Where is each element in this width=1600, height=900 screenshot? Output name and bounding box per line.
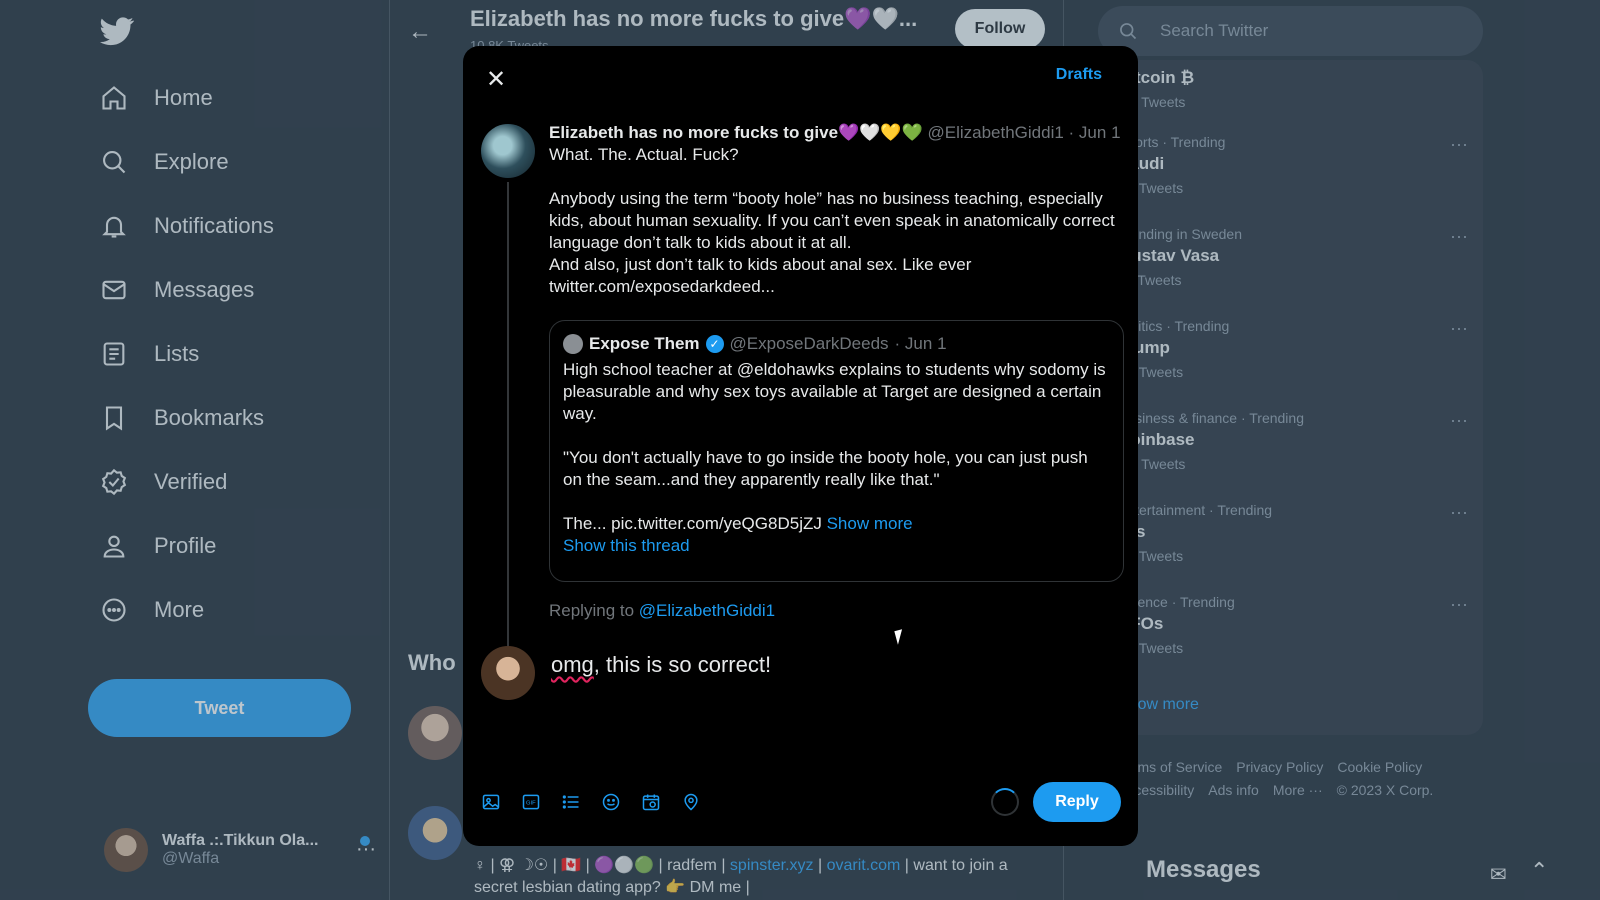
avatar — [563, 334, 583, 354]
compose-toolbar: GIF — [481, 792, 701, 812]
thread-connector — [507, 182, 509, 682]
reply-compose-input[interactable]: omg, this is so correct! — [551, 652, 771, 678]
tweet-author-name[interactable]: Elizabeth has no more fucks to give💜🤍💛💚 — [549, 123, 923, 142]
quoted-tweet-text: "You don't actually have to go inside th… — [563, 448, 1088, 489]
tweet-text: Anybody using the term “booty hole” has … — [549, 189, 1115, 252]
gif-icon[interactable]: GIF — [521, 792, 541, 812]
original-tweet: Elizabeth has no more fucks to give💜🤍💛💚 … — [549, 122, 1124, 298]
misspelled-word: omg — [551, 652, 594, 677]
tweet-link[interactable]: twitter.com/exposedarkdeed... — [549, 276, 1124, 298]
svg-text:GIF: GIF — [526, 801, 536, 807]
image-icon[interactable] — [481, 792, 501, 812]
replying-to-handle[interactable]: @ElizabethGiddi1 — [639, 601, 775, 620]
quoted-tweet[interactable]: Expose Them ✓ @ExposeDarkDeeds · Jun 1 H… — [549, 320, 1124, 582]
verified-badge-icon: ✓ — [705, 335, 724, 353]
replying-to-label: Replying to — [549, 601, 639, 620]
location-icon[interactable] — [681, 792, 701, 812]
show-thread-link[interactable]: Show this thread — [563, 535, 1110, 557]
replying-to: Replying to @ElizabethGiddi1 — [549, 601, 775, 621]
avatar[interactable] — [481, 124, 535, 178]
tweet-date: · Jun 1 — [1068, 123, 1121, 142]
poll-icon[interactable] — [561, 792, 581, 812]
quoted-tweet-date: · Jun 1 — [894, 334, 947, 353]
emoji-icon[interactable] — [601, 792, 621, 812]
quoted-tweet-text: High school teacher at @eldohawks explai… — [563, 360, 1106, 423]
show-more-link[interactable]: Show more — [827, 514, 913, 533]
quoted-author-handle: @ExposeDarkDeeds — [729, 334, 889, 353]
tweet-text: What. The. Actual. Fuck? — [549, 145, 739, 164]
tweet-text: And also, just don’t talk to kids about … — [549, 255, 972, 274]
tweet-author-handle[interactable]: @ElizabethGiddi1 — [927, 123, 1063, 142]
tweet-header: Elizabeth has no more fucks to give💜🤍💛💚 … — [549, 122, 1124, 144]
twitter-page: Home Explore Notifications Messages List… — [0, 0, 1600, 900]
quoted-tweet-text: The... pic.twitter.com/yeQG8D5jZJ — [563, 514, 827, 533]
close-icon[interactable]: ✕ — [481, 64, 511, 94]
reply-modal: ✕ Drafts Elizabeth has no more fucks to … — [463, 46, 1138, 846]
compose-text: , this is so correct! — [593, 652, 772, 677]
character-count-progress — [991, 788, 1019, 816]
avatar — [481, 646, 535, 700]
schedule-icon[interactable] — [641, 792, 661, 812]
quoted-tweet-header: Expose Them ✓ @ExposeDarkDeeds · Jun 1 — [563, 333, 1110, 355]
reply-button[interactable]: Reply — [1033, 782, 1121, 822]
quoted-author-name: Expose Them — [589, 334, 700, 353]
drafts-button[interactable]: Drafts — [1056, 66, 1102, 84]
